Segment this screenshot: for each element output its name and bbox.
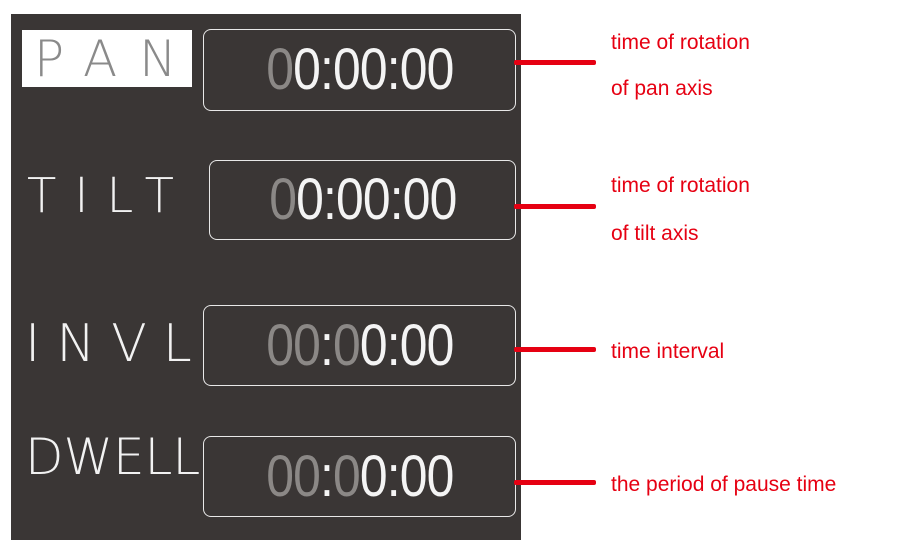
pan-label[interactable]: PAN <box>22 30 192 87</box>
invl-time-value: 00:00:00 <box>265 312 454 378</box>
tilt-note-line1: time of rotation <box>611 174 750 197</box>
tilt-time-value: 00:00:00 <box>268 167 457 232</box>
dwell-note: the period of pause time <box>611 473 837 496</box>
tilt-label[interactable]: TILT <box>27 172 192 220</box>
invl-leader-line <box>514 347 596 352</box>
dwell-label[interactable]: DWELL <box>25 432 200 482</box>
dwell-time-display[interactable]: 00:00:00 <box>203 436 516 517</box>
invl-time-display[interactable]: 00:00:00 <box>203 305 516 386</box>
dwell-leader-line <box>514 480 596 485</box>
dwell-time-value: 00:00:00 <box>265 443 454 509</box>
tilt-time-display[interactable]: 00:00:00 <box>209 160 516 240</box>
pan-time-display[interactable]: 00:00:00 <box>203 29 516 111</box>
pan-note-line1: time of rotation <box>611 31 750 54</box>
pan-leader-line <box>514 60 596 65</box>
tilt-leader-line <box>514 204 596 209</box>
tilt-note-line2: of tilt axis <box>611 222 699 245</box>
pan-time-value: 00:00:00 <box>265 37 454 102</box>
invl-label[interactable]: INVL <box>25 318 208 370</box>
invl-note: time interval <box>611 340 725 363</box>
diagram-stage: PAN 00:00:00 TILT 00:00:00 INVL 00:00:00… <box>0 0 902 543</box>
pan-note-line2: of pan axis <box>611 77 713 100</box>
